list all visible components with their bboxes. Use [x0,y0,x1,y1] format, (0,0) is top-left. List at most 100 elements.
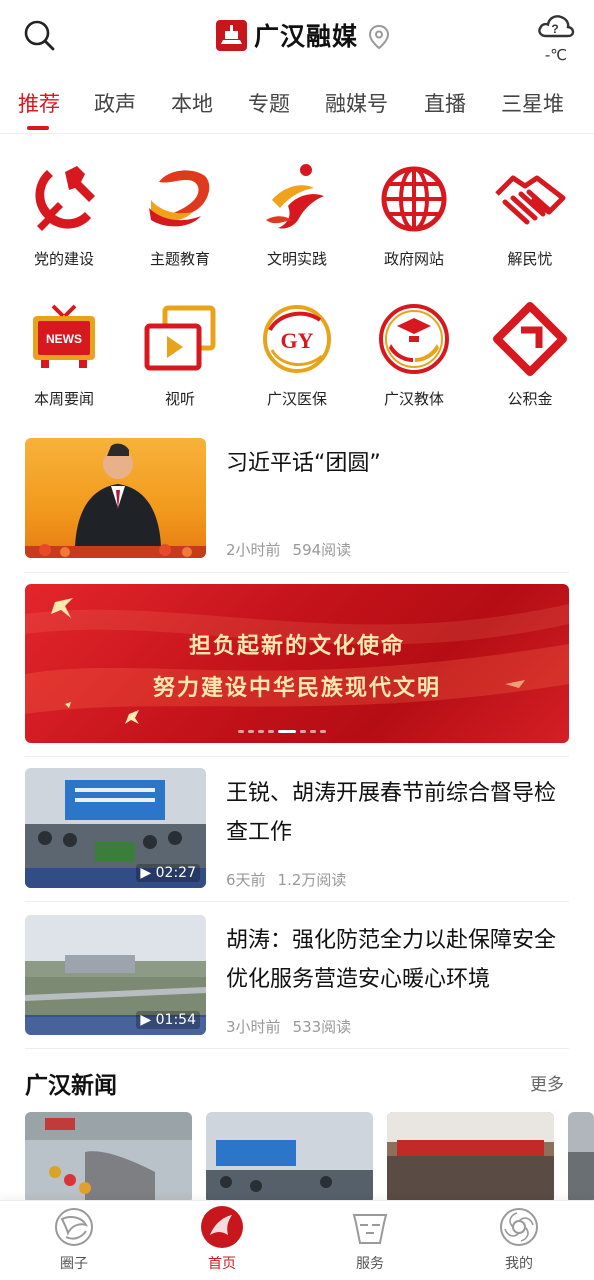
news-item[interactable]: ▶ 01:54 胡涛：强化防范全力以赴保障安全 优化服务营造安心暖心环境 3小时… [25,915,569,1037]
carousel-dot [300,730,306,733]
grid-item-education-sports[interactable]: 广汉教体 [355,300,473,409]
tab-government[interactable]: 政声 [94,88,136,118]
weather-temperature: -℃ [544,46,568,64]
carousel-dot [238,730,244,733]
video-duration: ▶ 01:54 [136,1011,200,1029]
banner-carousel[interactable]: 担负起新的文化使命 努力建设中华民族现代文明 [25,584,569,743]
video-play-icon [144,305,216,371]
bottom-navigation: 圈子 首页 服务 我的 [0,1200,594,1280]
bronze-mask-icon [352,1214,388,1244]
news-badge-text: NEWS [46,332,82,346]
nav-label: 圈子 [60,1256,88,1272]
circle-community-icon [55,1208,93,1246]
grid-item-medical-insurance[interactable]: GY 广汉医保 [238,300,356,409]
section-title: 广汉新闻 [25,1073,117,1099]
divider [25,756,569,757]
news-item[interactable]: ▶ 02:27 王锐、胡涛开展春节前综合督导检查工作 6天前 1.2万阅读 [25,768,569,890]
tab-local[interactable]: 本地 [171,88,213,118]
news-title: 胡涛：强化防范全力以赴保障安全 优化服务营造安心暖心环境 [226,928,557,992]
education-sports-icon [379,304,449,374]
cloud-icon: ? [538,15,575,38]
sun-disc-icon [500,1208,538,1246]
nav-label: 首页 [208,1256,236,1272]
video-duration-text: 02:27 [155,865,196,881]
grid-item-theme-education[interactable]: 主题教育 [121,160,239,269]
news-video-thumbnail: ▶ 02:27 [25,768,206,888]
nav-label: 我的 [505,1256,533,1272]
divider [25,572,569,573]
news-thumbnail [25,438,206,558]
grid-label: 公积金 [507,390,553,408]
home-icon [201,1206,243,1248]
grid-label: 解民忧 [507,250,553,268]
grid-label: 本周要闻 [33,390,94,408]
channel-tabs: 推荐 政声 本地 专题 融媒号 直播 三星堆 [0,70,594,134]
video-duration: ▶ 02:27 [136,864,200,882]
news-meta: 6天前 1.2万阅读 [226,869,346,890]
weather-unknown-symbol: ? [551,22,558,36]
party-emblem-icon [35,166,95,231]
news-time: 2小时前 [226,541,281,559]
gy-badge-text: GY [281,328,314,353]
news-card-image[interactable] [387,1112,554,1204]
active-tab-indicator [27,126,49,130]
grid-label: 视听 [164,390,195,408]
globe-icon [381,166,447,232]
grid-item-weekly-news[interactable]: NEWS 本周要闻 [5,300,123,409]
location-pin-icon[interactable] [368,24,390,50]
news-card-image[interactable] [568,1112,594,1204]
news-meta: 3小时前 533阅读 [226,1016,351,1037]
nav-home[interactable]: 首页 [172,1205,272,1273]
tab-special[interactable]: 专题 [248,88,290,118]
tv-news-icon: NEWS [33,304,95,368]
housing-fund-icon [493,302,567,376]
news-item[interactable]: 习近平话“团圆” 2小时前 594阅读 [25,438,569,559]
weather-widget[interactable]: ? -℃ [536,8,576,64]
tab-media-account[interactable]: 融媒号 [325,88,388,118]
app-logo: 广汉融媒 [216,18,358,52]
grid-item-audio-video[interactable]: 视听 [121,300,239,409]
grid-item-civilization-practice[interactable]: 文明实践 [238,160,356,269]
grid-item-housing-fund[interactable]: 公积金 [471,300,589,409]
nav-circle[interactable]: 圈子 [24,1205,124,1273]
civilization-practice-icon [266,164,324,229]
tab-recommend[interactable]: 推荐 [18,88,60,118]
carousel-dot [310,730,316,733]
search-icon[interactable] [22,18,56,52]
handshake-icon [495,175,566,225]
grid-label: 广汉教体 [383,390,444,408]
banner-headline-2: 努力建设中华民族现代文明 [152,676,441,701]
grid-item-people-concerns[interactable]: 解民忧 [471,160,589,269]
news-time: 6天前 [226,871,266,889]
carousel-dot [258,730,264,733]
carousel-dot [248,730,254,733]
video-duration-text: 01:54 [155,1012,196,1028]
news-card-image[interactable] [206,1112,373,1204]
divider [25,901,569,902]
grid-label: 政府网站 [383,250,444,268]
grid-item-party-building[interactable]: 党的建设 [5,160,123,269]
tab-sanxingdui[interactable]: 三星堆 [501,88,564,118]
news-video-thumbnail: ▶ 01:54 [25,915,206,1035]
news-title: 王锐、胡涛开展春节前综合督导检查工作 [226,781,557,845]
grid-item-government-website[interactable]: 政府网站 [355,160,473,269]
divider [25,1048,569,1049]
carousel-dot [268,730,274,733]
more-link[interactable]: 更多 [530,1070,564,1095]
news-card-image[interactable] [25,1112,192,1204]
carousel-dot [320,730,326,733]
nav-label: 服务 [356,1256,384,1272]
logo-mark-icon [216,19,247,51]
news-read-count: 1.2万阅读 [277,871,347,889]
tab-live[interactable]: 直播 [424,88,466,118]
grid-label: 主题教育 [149,250,210,268]
news-read-count: 533阅读 [292,1018,352,1036]
nav-mine[interactable]: 我的 [469,1205,569,1273]
nav-services[interactable]: 服务 [320,1205,420,1273]
app-title: 广汉融媒 [254,22,359,51]
theme-education-icon [149,170,210,227]
medical-insurance-icon: GY [263,305,331,373]
grid-label: 广汉医保 [266,390,327,408]
news-time: 3小时前 [226,1018,281,1036]
news-read-count: 594阅读 [292,541,352,559]
